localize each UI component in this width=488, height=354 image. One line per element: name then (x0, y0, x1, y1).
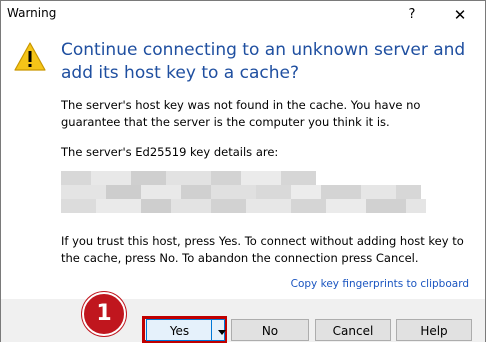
chevron-down-icon (218, 330, 226, 335)
warning-icon (14, 42, 46, 71)
title-bar: Warning ? ✕ (1, 1, 485, 29)
yes-dropdown-button[interactable] (211, 319, 226, 341)
dialog-heading: Continue connecting to an unknown server… (61, 40, 466, 83)
close-icon[interactable]: ✕ (445, 4, 475, 26)
host-key-warning-text: The server's host key was not found in t… (61, 98, 421, 129)
help-icon[interactable]: ? (399, 4, 425, 26)
cancel-button[interactable]: Cancel (315, 319, 391, 341)
warning-dialog: Warning ? ✕ Continue connecting to an un… (0, 0, 486, 342)
copy-fingerprints-link[interactable]: Copy key fingerprints to clipboard (291, 278, 469, 290)
key-fingerprint-redacted (61, 171, 441, 221)
yes-button[interactable]: Yes (146, 319, 212, 341)
step-number-badge: 1 (82, 292, 126, 336)
no-button[interactable]: No (231, 319, 309, 341)
key-details-label: The server's Ed25519 key details are: (61, 145, 279, 159)
window-title: Warning (7, 6, 57, 20)
help-button[interactable]: Help (396, 319, 472, 341)
trust-instructions-text: If you trust this host, press Yes. To co… (61, 234, 464, 265)
